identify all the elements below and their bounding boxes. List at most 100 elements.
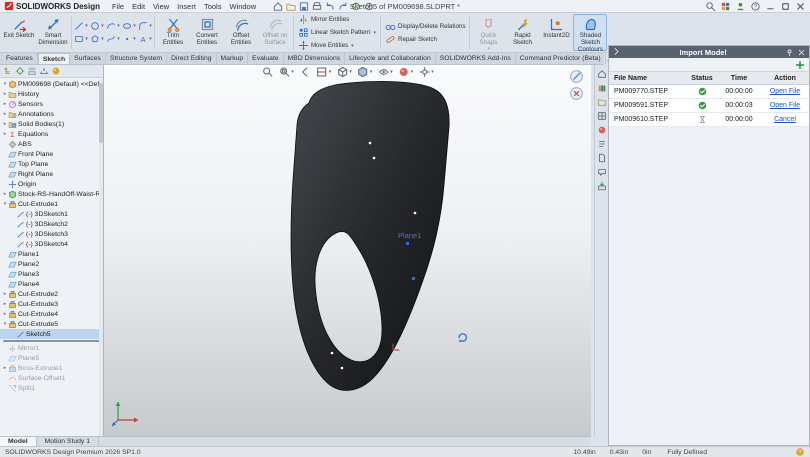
tab-surfaces[interactable]: Surfaces [70, 53, 106, 64]
tree-item-cut-extrude1[interactable]: ▾Cut-Extrude1 [0, 199, 103, 209]
bottom-tab-motion-study-1[interactable]: Motion Study 1 [37, 437, 99, 446]
redo-icon[interactable] [337, 1, 349, 12]
circle-button[interactable]: ▾ [89, 20, 105, 33]
action-link-open-file[interactable]: Open File [770, 102, 800, 109]
home-icon[interactable] [272, 1, 284, 12]
instant2d-button[interactable]: Instant2D [539, 14, 573, 51]
view-orientation-button[interactable]: ▾ [335, 66, 353, 78]
offset-on-surface-button[interactable]: Offset on Surface [258, 14, 292, 51]
sketch-point[interactable] [369, 142, 372, 145]
mirror-entities-button[interactable]: Mirror Entities [298, 14, 376, 25]
sketch-point[interactable] [414, 212, 417, 215]
tree-item-history[interactable]: ▸History [0, 89, 103, 99]
tab-markup[interactable]: Markup [217, 53, 249, 64]
tree-item-3dsketch3[interactable]: (-) 3DSketch3 [0, 229, 103, 239]
tree-item-sketch5[interactable]: Sketch5 [0, 329, 103, 339]
minimize-icon[interactable] [765, 1, 776, 12]
sketch-vertex[interactable] [412, 277, 415, 280]
cancel-sketch-icon[interactable] [570, 87, 583, 100]
status-options-icon[interactable]: ? [795, 447, 805, 457]
pane-chevron-icon[interactable] [612, 47, 621, 56]
sw-apps-icon[interactable] [720, 1, 731, 12]
menu-file[interactable]: File [108, 2, 128, 11]
maximize-icon[interactable] [780, 1, 791, 12]
tree-item-plane2[interactable]: Plane2 [0, 259, 103, 269]
open-icon[interactable] [285, 1, 297, 12]
plane1-label[interactable]: Plane1 [398, 231, 421, 240]
menu-tools[interactable]: Tools [200, 2, 226, 11]
linear-sketch-pattern-button[interactable]: Linear Sketch Pattern▾ [298, 27, 376, 38]
zoom-area-button[interactable]: ▾ [277, 66, 295, 78]
edit-appearance-button[interactable]: ▾ [397, 66, 415, 78]
feature-tree-tab-icon[interactable] [3, 66, 13, 76]
pane-pin-icon[interactable] [785, 48, 794, 57]
menu-insert[interactable]: Insert [173, 2, 200, 11]
dimxpert-tab-icon[interactable]: x [39, 66, 49, 76]
tab-structure-system[interactable]: Structure System [106, 53, 167, 64]
tree-item-equations[interactable]: ▸ΣEquations [0, 129, 103, 139]
tree-item-top-plane[interactable]: Top Plane [0, 159, 103, 169]
tab-sketch[interactable]: Sketch [38, 53, 70, 64]
view-settings-button[interactable]: ▾ [417, 66, 435, 78]
sketch-vertex[interactable] [406, 242, 409, 245]
undo-icon[interactable] [324, 1, 336, 12]
tree-item-boss-extrude1[interactable]: ▸Boss-Extrude1 [0, 363, 103, 373]
bottom-tab-model[interactable]: Model [0, 437, 37, 446]
menu-view[interactable]: View [149, 2, 173, 11]
tree-item-cut-extrude2[interactable]: ▸Cut-Extrude2 [0, 289, 103, 299]
tab-evaluate[interactable]: Evaluate [248, 53, 283, 64]
tree-item-cut-extrude4[interactable]: ▸Cut-Extrude4 [0, 309, 103, 319]
tree-item-solid-bodies-1[interactable]: ▸Solid Bodies(1) [0, 119, 103, 129]
tree-item-sensors[interactable]: ▸Sensors [0, 99, 103, 109]
confirm-sketch-icon[interactable] [570, 70, 583, 83]
tree-item-mirror1[interactable]: Mirror1 [0, 343, 103, 353]
tree-item-origin[interactable]: Origin [0, 179, 103, 189]
trim-entities-button[interactable]: Trim Entities [156, 14, 190, 51]
rollback-bar[interactable] [3, 340, 100, 342]
rapid-sketch-button[interactable]: Rapid Sketch [505, 14, 539, 51]
tree-item-plane3[interactable]: Plane3 [0, 269, 103, 279]
menu-window[interactable]: Window [225, 2, 260, 11]
custom-properties-icon[interactable] [597, 139, 607, 149]
tree-item-split1[interactable]: Split1 [0, 383, 103, 393]
sketch-point[interactable] [341, 367, 344, 370]
tab-features[interactable]: Features [2, 53, 38, 64]
tree-item-3dsketch4[interactable]: (-) 3DSketch4 [0, 239, 103, 249]
display-style-button[interactable]: ▾ [356, 66, 374, 78]
point-button[interactable]: ▾ [121, 33, 137, 46]
repair-sketch-button[interactable]: Repair Sketch [385, 34, 465, 45]
tree-item-surface-offset1[interactable]: Surface-Offset1 [0, 373, 103, 383]
tree-item-plane4[interactable]: Plane4 [0, 279, 103, 289]
tree-scrollbar[interactable] [99, 79, 103, 436]
tab-direct-editing[interactable]: Direct Editing [167, 53, 216, 64]
tree-item-cut-extrude5[interactable]: ▾Cut-Extrude5 [0, 319, 103, 329]
hide-show-button[interactable]: ▾ [376, 66, 394, 78]
rectangle-button[interactable]: ▾ [73, 33, 89, 46]
tab-command-predictor-beta[interactable]: Command Predictor (Beta) [516, 53, 606, 64]
offset-entities-button[interactable]: Offset Entities [224, 14, 258, 51]
smart-dimension-button[interactable]: Smart Dimension [36, 14, 70, 51]
pane-close-icon[interactable] [797, 48, 806, 57]
sheet-format-icon[interactable] [597, 153, 607, 163]
sketch-point[interactable] [373, 157, 376, 160]
zoom-fit-button[interactable] [260, 66, 274, 78]
section-view-button[interactable]: ▾ [315, 66, 333, 78]
spline-button[interactable]: ▾ [105, 33, 121, 46]
exit-sketch-button[interactable]: Exit Sketch [2, 14, 36, 51]
action-link-cancel[interactable]: Cancel [774, 116, 796, 123]
tree-item-annotations[interactable]: ▸AAnnotations [0, 109, 103, 119]
tree-item-plane5[interactable]: Plane5 [0, 353, 103, 363]
user-icon[interactable] [735, 1, 746, 12]
save-icon[interactable] [298, 1, 310, 12]
move-entities-button[interactable]: Move Entities▾ [298, 40, 376, 51]
file-explorer-icon[interactable] [597, 97, 607, 107]
tree-item-front-plane[interactable]: Front Plane [0, 149, 103, 159]
search-icon[interactable] [705, 1, 716, 12]
tree-item-right-plane[interactable]: Right Plane [0, 169, 103, 179]
property-manager-tab-icon[interactable] [15, 66, 25, 76]
sketch-point[interactable] [331, 352, 334, 355]
tree-item-3dsketch1[interactable]: (-) 3DSketch1 [0, 209, 103, 219]
display-delete-relations-button[interactable]: Display/Delete Relations [385, 21, 465, 32]
resources-icon[interactable] [597, 69, 607, 79]
view-palette-icon[interactable] [597, 111, 607, 121]
